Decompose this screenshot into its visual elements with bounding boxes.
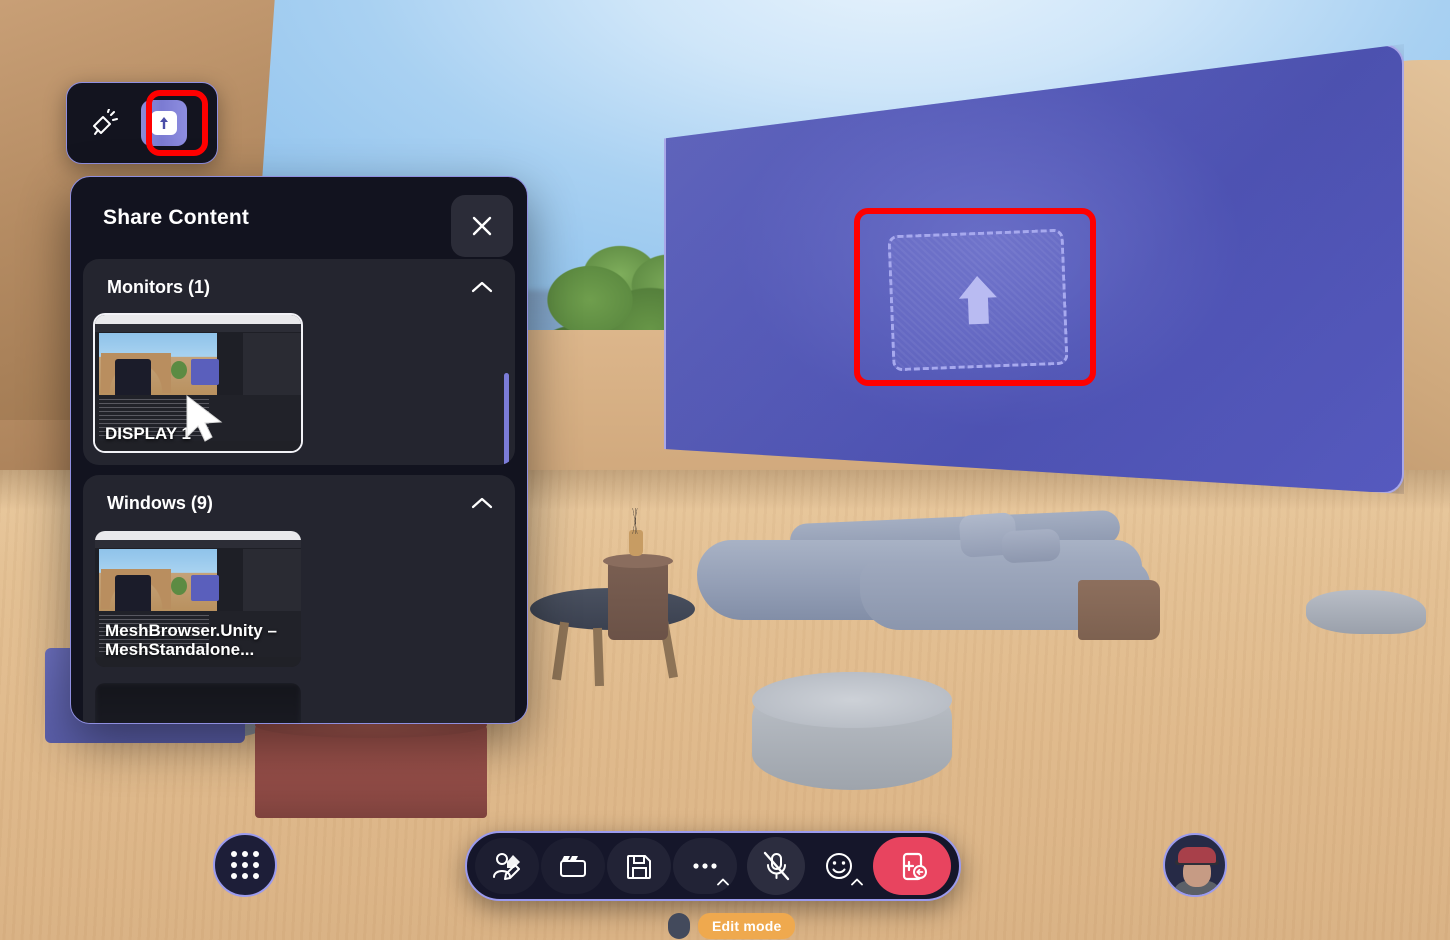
environment-side-table (608, 560, 668, 640)
leave-door-icon (902, 852, 927, 881)
share-chip (151, 111, 177, 135)
upload-arrow-icon (958, 276, 997, 325)
section-monitors: Monitors (1) DISPLAY 1 (83, 259, 515, 465)
environment-rock (1306, 590, 1426, 634)
main-toolbar (465, 831, 961, 901)
section-windows-title: Windows (9) (107, 492, 213, 513)
environment-pillow-2 (1001, 528, 1061, 564)
share-mini-toolbar (66, 82, 218, 164)
environment-side-table-top (603, 554, 673, 568)
share-content-button[interactable] (141, 100, 187, 146)
share-up-arrow-icon (160, 117, 168, 129)
chevron-up-icon[interactable] (471, 280, 493, 294)
avatar-edit-icon (493, 853, 520, 880)
edit-mode-indicator-dot (668, 913, 690, 939)
chevron-up-icon[interactable] (851, 878, 863, 886)
user-avatar[interactable] (1163, 833, 1227, 897)
chevron-up-icon[interactable] (471, 496, 493, 510)
panel-scrollbar-thumb[interactable] (504, 373, 509, 465)
environment-red-podium (255, 712, 487, 818)
more-button[interactable] (673, 838, 737, 894)
section-monitors-header[interactable]: Monitors (1) (83, 259, 515, 315)
smiley-icon (826, 853, 852, 879)
board-drop-zone[interactable] (887, 228, 1069, 372)
share-content-panel: Share Content Monitors (1) DISPLAY 1 Win… (70, 176, 528, 724)
apps-launcher-button[interactable] (213, 833, 277, 897)
window-thumbnail-meshbrowser[interactable]: MeshBrowser.Unity – MeshStandalone... (95, 531, 301, 667)
mouse-cursor-icon (186, 394, 223, 442)
window-preview-image-blurred (95, 683, 301, 723)
window-thumbnail-label: MeshBrowser.Unity – MeshStandalone... (105, 620, 277, 659)
mic-button[interactable] (747, 837, 805, 895)
floppy-disk-icon (626, 854, 651, 879)
customize-avatar-button[interactable] (475, 838, 539, 894)
save-button[interactable] (607, 838, 671, 894)
announce-icon (93, 109, 118, 135)
clapperboard-icon (560, 856, 586, 877)
apps-grid-icon (231, 851, 259, 879)
leave-button[interactable] (873, 837, 951, 895)
share-content-panel-header: Share Content (71, 177, 527, 259)
edit-mode-badge: Edit mode (698, 913, 796, 939)
announce-button[interactable] (81, 100, 127, 146)
share-content-list[interactable]: Monitors (1) DISPLAY 1 Windows (9) MeshB… (71, 259, 527, 723)
windows-thumbnail-grid: MeshBrowser.Unity – MeshStandalone... (83, 531, 515, 723)
section-windows-header[interactable]: Windows (9) (83, 475, 515, 531)
video-button[interactable] (541, 838, 605, 894)
avatar-cap (1178, 847, 1216, 863)
edit-mode-status: Edit mode (668, 913, 796, 939)
close-panel-button[interactable] (451, 195, 513, 257)
section-monitors-title: Monitors (1) (107, 276, 210, 297)
chevron-up-icon[interactable] (717, 878, 729, 886)
environment-wood-block (1078, 580, 1160, 640)
reactions-button[interactable] (807, 838, 871, 894)
window-thumbnail-blurred[interactable] (95, 683, 301, 723)
panel-title: Share Content (103, 206, 250, 229)
monitors-thumbnail-grid: DISPLAY 1 (83, 313, 515, 465)
ellipsis-icon (693, 863, 717, 869)
microphone-muted-icon (763, 851, 790, 881)
close-icon (472, 216, 492, 236)
app-viewport: Share Content Monitors (1) DISPLAY 1 Win… (0, 0, 1450, 940)
monitor-thumbnail-display-1[interactable]: DISPLAY 1 (93, 313, 303, 453)
environment-sticks (624, 508, 648, 534)
section-windows: Windows (9) MeshBrowser.Unity – MeshStan… (83, 475, 515, 723)
environment-ottoman (752, 672, 952, 790)
